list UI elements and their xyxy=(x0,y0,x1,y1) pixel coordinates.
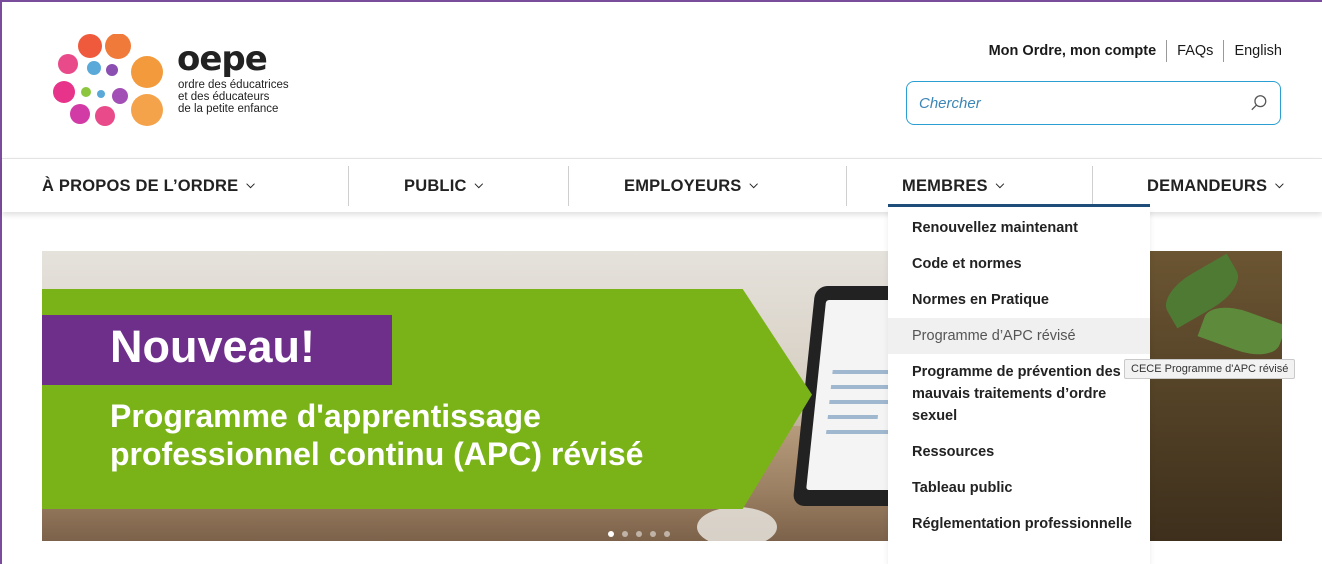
menu-item-cpl-program[interactable]: Programme d’APC révisé xyxy=(888,318,1150,354)
nav-item-label: PUBLIC xyxy=(404,176,467,195)
hero-subtitle-line: Programme d'apprentissage xyxy=(110,398,541,434)
nav-item-label: EMPLOYEURS xyxy=(624,176,742,195)
search-input[interactable] xyxy=(919,94,1250,112)
menu-item-standards-practice[interactable]: Normes en Pratique xyxy=(888,282,1150,318)
nav-item-public[interactable]: PUBLIC ⌵ xyxy=(404,159,483,213)
hero-cup-image xyxy=(697,507,777,541)
members-dropdown-menu: Renouvellez maintenant Code et normes No… xyxy=(888,207,1150,564)
carousel-dot[interactable] xyxy=(622,531,628,537)
hero-title: Nouveau! xyxy=(110,321,316,372)
screen-line xyxy=(826,430,897,434)
logo-tagline-line: ordre des éducatrices xyxy=(178,79,289,91)
faqs-link[interactable]: FAQs xyxy=(1166,40,1223,62)
logo-tagline-line: de la petite enfance xyxy=(178,103,279,115)
carousel-dot[interactable] xyxy=(636,531,642,537)
screen-line xyxy=(827,415,879,419)
hero-background-plant xyxy=(1142,251,1282,541)
nav-divider xyxy=(846,166,847,206)
logo-tagline: ordre des éducatrices et des éducateurs … xyxy=(178,79,289,115)
search-box xyxy=(906,81,1281,125)
menu-item-resources[interactable]: Ressources xyxy=(888,434,1150,470)
nav-item-employers[interactable]: EMPLOYEURS ⌵ xyxy=(624,159,758,213)
menu-item-public-register[interactable]: Tableau public xyxy=(888,470,1150,506)
nav-item-applicants[interactable]: DEMANDEURS ⌵ xyxy=(1147,159,1284,213)
carousel-dot[interactable] xyxy=(664,531,670,537)
menu-item-sexual-abuse-prevention[interactable]: Programme de prévention des mauvais trai… xyxy=(888,354,1150,434)
chevron-down-icon: ⌵ xyxy=(995,178,1005,191)
nav-item-label: MEMBRES xyxy=(902,176,988,195)
menu-item-code-standards[interactable]: Code et normes xyxy=(888,246,1150,282)
carousel-dot[interactable] xyxy=(608,531,614,537)
utility-nav: Mon Ordre, mon compte FAQs English xyxy=(979,40,1282,62)
carousel-dot[interactable] xyxy=(650,531,656,537)
screen-line xyxy=(830,385,892,389)
menu-item-renew[interactable]: Renouvellez maintenant xyxy=(888,210,1150,246)
tooltip: CECE Programme d'APC révisé xyxy=(1124,359,1296,379)
chevron-down-icon: ⌵ xyxy=(1275,178,1284,191)
nav-divider xyxy=(568,166,569,206)
nav-divider xyxy=(1092,166,1093,206)
chevron-down-icon: ⌵ xyxy=(246,178,255,191)
language-link[interactable]: English xyxy=(1223,40,1282,62)
hero-subtitle-line: professionnel continu (APC) révisé xyxy=(110,436,644,472)
nav-item-label: À PROPOS DE L’ORDRE xyxy=(42,176,239,195)
nav-divider xyxy=(348,166,349,206)
menu-item-professional-regulation[interactable]: Réglementation professionnelle xyxy=(888,506,1150,542)
logo-wordmark: oepe xyxy=(177,39,268,79)
chevron-down-icon: ⌵ xyxy=(474,178,484,191)
hero-subtitle: Programme d'apprentissage professionnel … xyxy=(110,397,643,473)
logo-circles xyxy=(53,33,163,126)
logo-tagline-line: et des éducateurs xyxy=(178,91,270,103)
search-icon[interactable] xyxy=(1250,94,1268,112)
nav-item-about[interactable]: À PROPOS DE L’ORDRE ⌵ xyxy=(42,159,255,213)
nav-item-label: DEMANDEURS xyxy=(1147,176,1268,195)
carousel-dots xyxy=(608,531,670,537)
site-logo[interactable]: oepe ordre des éducatrices et des éducat… xyxy=(50,33,310,129)
account-link[interactable]: Mon Ordre, mon compte xyxy=(979,40,1167,62)
chevron-down-icon: ⌵ xyxy=(749,178,759,191)
